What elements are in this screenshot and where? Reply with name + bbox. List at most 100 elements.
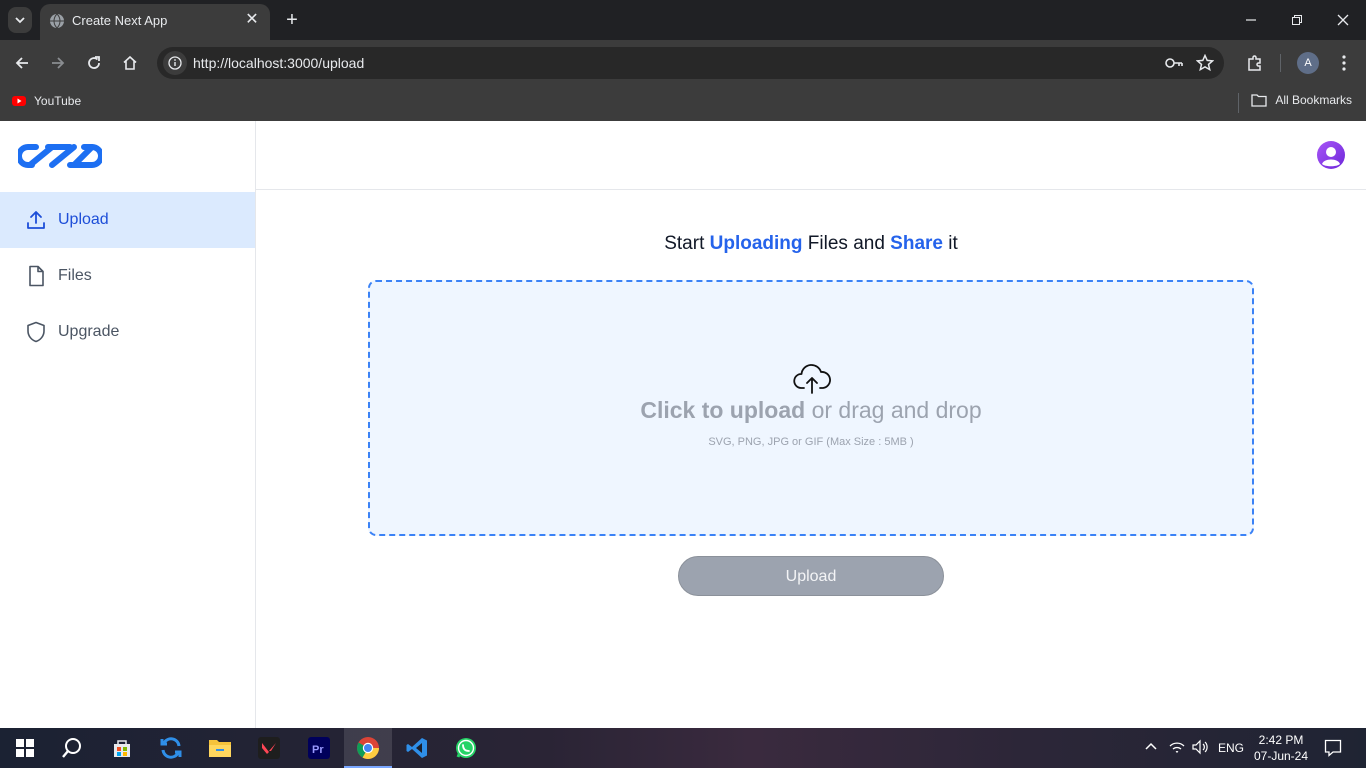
taskbar-valorant[interactable] bbox=[255, 734, 283, 762]
valorant-icon bbox=[258, 737, 280, 759]
profile-button[interactable]: A bbox=[1295, 50, 1321, 76]
toolbar-divider bbox=[1280, 54, 1281, 72]
file-dropzone[interactable]: Click to upload or drag and drop SVG, PN… bbox=[368, 280, 1254, 536]
close-icon bbox=[1337, 14, 1349, 26]
volume-icon[interactable] bbox=[1191, 739, 1209, 758]
minimize-button[interactable] bbox=[1228, 8, 1274, 32]
upload-icon bbox=[27, 211, 45, 229]
windows-taskbar: Pr ENG 2:42 PM 07-Jun-24 bbox=[0, 728, 1366, 768]
drag-drop-text: or drag and drop bbox=[805, 397, 982, 423]
tray-chevron-up-icon[interactable] bbox=[1144, 739, 1158, 756]
heading-text: Files and bbox=[802, 233, 891, 254]
new-tab-button[interactable]: + bbox=[282, 8, 302, 32]
taskbar-store[interactable] bbox=[108, 734, 136, 762]
cloud-upload-icon bbox=[793, 364, 831, 394]
taskbar-premiere-pro[interactable]: Pr bbox=[305, 734, 333, 762]
wifi-icon[interactable] bbox=[1168, 740, 1186, 757]
globe-icon bbox=[50, 13, 64, 29]
dropzone-hint: SVG, PNG, JPG or GIF (Max Size : 5MB ) bbox=[708, 436, 914, 448]
home-button[interactable] bbox=[117, 50, 143, 76]
kebab-menu-icon bbox=[1342, 55, 1346, 71]
all-bookmarks-button[interactable]: All Bookmarks bbox=[1251, 93, 1352, 107]
search-icon bbox=[62, 738, 81, 758]
click-to-upload-text[interactable]: Click to upload bbox=[640, 397, 805, 423]
page-heading: Start Uploading Files and Share it bbox=[256, 233, 1366, 255]
reload-icon bbox=[88, 56, 100, 69]
youtube-icon bbox=[12, 96, 26, 106]
info-icon bbox=[168, 56, 182, 70]
bookmark-youtube[interactable]: YouTube bbox=[12, 94, 81, 108]
svg-text:Pr: Pr bbox=[312, 744, 324, 756]
browser-toolbar: http://localhost:3000/upload A bbox=[0, 40, 1366, 86]
upload-button[interactable]: Upload bbox=[678, 556, 944, 596]
sidebar-item-upgrade[interactable]: Upgrade bbox=[0, 304, 255, 360]
shield-icon bbox=[27, 321, 45, 343]
all-bookmarks-label: All Bookmarks bbox=[1275, 93, 1352, 107]
browser-tab-strip: Create Next App ✕ + bbox=[0, 0, 1366, 40]
address-bar[interactable]: http://localhost:3000/upload bbox=[157, 47, 1224, 79]
sync-icon bbox=[160, 737, 182, 759]
bookmark-star-icon[interactable] bbox=[1196, 54, 1214, 72]
back-button[interactable] bbox=[9, 50, 35, 76]
arrow-left-icon bbox=[15, 57, 28, 69]
store-icon bbox=[114, 740, 130, 757]
sidebar-item-label: Upgrade bbox=[58, 323, 120, 340]
heading-highlight: Share bbox=[890, 233, 943, 254]
taskbar-whatsapp[interactable] bbox=[452, 734, 480, 762]
close-window-button[interactable] bbox=[1320, 8, 1366, 32]
heading-highlight: Uploading bbox=[709, 233, 803, 254]
tab-search-button[interactable] bbox=[8, 7, 32, 33]
taskbar-chrome[interactable] bbox=[354, 734, 382, 762]
whatsapp-icon bbox=[456, 738, 476, 758]
browser-tab[interactable]: Create Next App ✕ bbox=[40, 4, 270, 40]
heading-text: it bbox=[942, 233, 958, 254]
profile-avatar: A bbox=[1297, 52, 1319, 74]
puzzle-icon bbox=[1248, 55, 1261, 71]
bookmarks-divider bbox=[1238, 93, 1239, 113]
heading-text: Start bbox=[664, 233, 710, 254]
language-indicator[interactable]: ENG bbox=[1218, 741, 1244, 755]
taskbar-file-explorer[interactable] bbox=[206, 734, 234, 762]
app-logo[interactable] bbox=[16, 139, 104, 178]
file-icon bbox=[29, 265, 44, 287]
menu-button[interactable] bbox=[1331, 50, 1357, 76]
restore-button[interactable] bbox=[1274, 8, 1320, 32]
user-avatar-icon[interactable] bbox=[1316, 140, 1346, 170]
sidebar-item-files[interactable]: Files bbox=[0, 248, 255, 304]
vscode-icon bbox=[406, 738, 427, 758]
clock-time: 2:42 PM bbox=[1258, 733, 1304, 747]
chevron-down-icon bbox=[15, 17, 25, 24]
windows-logo-icon bbox=[16, 739, 34, 757]
bookmark-label: YouTube bbox=[34, 94, 82, 108]
tab-title: Create Next App bbox=[72, 13, 168, 28]
top-header bbox=[256, 121, 1366, 190]
start-button[interactable] bbox=[11, 734, 39, 762]
close-tab-icon[interactable]: ✕ bbox=[242, 10, 262, 30]
extensions-button[interactable] bbox=[1242, 50, 1268, 76]
clock-date: 07-Jun-24 bbox=[1253, 749, 1309, 763]
premiere-pro-icon: Pr bbox=[308, 737, 330, 759]
site-info-button[interactable] bbox=[163, 51, 187, 75]
sidebar-item-label: Files bbox=[58, 267, 92, 284]
taskbar-sync-app[interactable] bbox=[157, 734, 185, 762]
taskbar-clock[interactable]: 2:42 PM 07-Jun-24 bbox=[1252, 732, 1310, 764]
taskbar-search-button[interactable] bbox=[58, 734, 86, 762]
password-key-icon[interactable] bbox=[1164, 55, 1184, 71]
sidebar-item-label: Upload bbox=[58, 211, 109, 228]
dropzone-title: Click to upload or drag and drop bbox=[370, 397, 1252, 424]
folder-icon bbox=[209, 740, 231, 757]
minimize-icon bbox=[1246, 19, 1256, 21]
restore-icon bbox=[1292, 15, 1302, 25]
taskbar-vscode[interactable] bbox=[403, 734, 431, 762]
logo-icon bbox=[16, 144, 104, 168]
bookmarks-bar: YouTube All Bookmarks bbox=[0, 86, 1366, 121]
notifications-icon[interactable] bbox=[1324, 739, 1342, 760]
home-icon bbox=[123, 55, 137, 70]
folder-icon bbox=[1251, 94, 1267, 107]
forward-button[interactable] bbox=[45, 50, 71, 76]
sidebar-item-upload[interactable]: Upload bbox=[0, 192, 255, 248]
arrow-right-icon bbox=[52, 57, 65, 69]
main-content: Start Uploading Files and Share it Click… bbox=[256, 121, 1366, 728]
url-text: http://localhost:3000/upload bbox=[193, 55, 365, 71]
reload-button[interactable] bbox=[81, 50, 107, 76]
